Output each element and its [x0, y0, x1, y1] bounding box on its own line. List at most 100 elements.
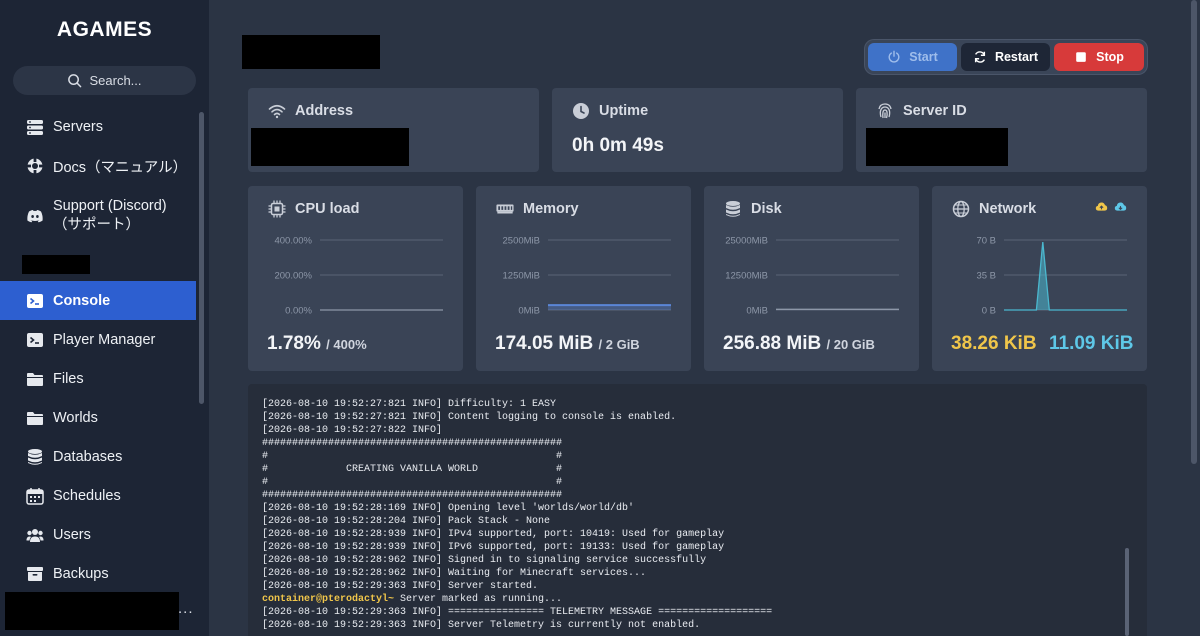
more-options-button[interactable]: ... — [178, 600, 194, 617]
sidebar-item-label-sub: （サポート） — [53, 217, 140, 233]
restart-icon — [974, 51, 986, 63]
server-id-card: Server ID — [856, 88, 1147, 172]
network-card: Network 70 B 35 B 0 B 38.26 KiB 11.09 KiB — [932, 186, 1147, 371]
console-line: [2026-08-10 19:52:29:363 INFO] Server st… — [262, 581, 539, 592]
uptime-card: Uptime 0h 0m 49s — [552, 88, 843, 172]
sidebar-item-users[interactable]: Users — [0, 524, 196, 546]
cpu-header: CPU load — [268, 200, 359, 218]
sidebar-item-player-manager[interactable]: Player Manager — [0, 329, 196, 351]
console-line: [2026-08-10 19:52:28:939 INFO] IPv6 supp… — [262, 542, 725, 553]
chart-tick-label: 25000MiB — [725, 236, 768, 247]
chart-tick-label: 70 B — [976, 236, 996, 247]
sidebar-item-servers[interactable]: Servers — [0, 116, 196, 138]
memory-limit: / 2 GiB — [598, 337, 640, 352]
network-download-value: 11.09 KiB — [1049, 333, 1134, 354]
globe-icon — [952, 200, 970, 218]
chart-tick-label: 400.00% — [274, 236, 312, 247]
console-line: [2026-08-10 19:52:28:962 INFO] Signed in… — [262, 555, 707, 566]
server-icon — [26, 118, 44, 136]
sidebar-item-label: Worlds — [53, 410, 98, 426]
console-line: [2026-08-10 19:52:28:962 INFO] Waiting f… — [262, 568, 647, 579]
cpu-value: 1.78% — [267, 333, 321, 354]
console-scrollbar[interactable] — [1125, 548, 1129, 636]
stop-button[interactable]: Stop — [1054, 43, 1144, 71]
network-legend — [1095, 200, 1127, 213]
brand-logo[interactable]: AGAMES — [0, 18, 209, 42]
fingerprint-icon — [878, 103, 892, 119]
console-prompt-text: Server marked as running... — [394, 594, 563, 605]
memory-value-row: 174.05 MiB / 2 GiB — [495, 333, 640, 355]
memory-card: Memory 2500MiB 1250MiB 0MiB 174.05 MiB / 2… — [476, 186, 691, 371]
sidebar-item-worlds[interactable]: Worlds — [0, 407, 196, 429]
database-icon — [726, 201, 740, 217]
sidebar-item-label: Support (Discord) — [53, 198, 167, 214]
console-prompt: container@pterodactyl~ — [262, 594, 395, 605]
memory-header: Memory — [496, 200, 579, 218]
uptime-value: 0h 0m 49s — [572, 135, 664, 156]
console-line: ########################################… — [262, 438, 563, 449]
console-line: [2026-08-10 19:52:27:822 INFO] — [262, 425, 443, 436]
console-line: # # — [262, 477, 563, 488]
search-button[interactable]: Search... — [13, 66, 196, 95]
chart-series-line — [1004, 241, 1127, 311]
cpu-icon — [268, 200, 286, 218]
sidebar-item-label: Users — [53, 527, 91, 543]
folder-icon — [26, 370, 44, 388]
sidebar-item-schedules[interactable]: Schedules — [0, 485, 196, 507]
start-button[interactable]: Start — [868, 43, 957, 71]
network-title: Network — [979, 201, 1037, 217]
memory-value: 174.05 MiB — [495, 333, 594, 354]
power-controls: Start Restart Stop — [865, 40, 1147, 74]
sidebar-item-support[interactable]: Support (Discord) （サポート） — [0, 196, 196, 236]
redacted-address — [251, 128, 409, 166]
cloud-upload-icon — [1095, 202, 1108, 211]
network-chart: 70 B 35 B 0 B — [976, 236, 1127, 317]
search-label: Search... — [89, 73, 142, 88]
terminal-icon — [26, 292, 44, 310]
stop-label: Stop — [1096, 50, 1124, 64]
sidebar: AGAMES Search... Servers Docs（マニュアル） Sup… — [0, 0, 209, 636]
sidebar-item-docs[interactable]: Docs（マニュアル） — [0, 155, 196, 177]
sidebar-item-label: Console — [53, 292, 111, 309]
uptime-title: Uptime — [599, 103, 649, 119]
folder-icon — [26, 409, 44, 427]
sidebar-item-files[interactable]: Files — [0, 368, 196, 390]
start-label: Start — [909, 50, 938, 64]
memory-title: Memory — [523, 201, 579, 217]
console-line: [2026-08-10 19:52:28:169 INFO] Opening l… — [262, 503, 635, 514]
redacted-page-title — [242, 35, 380, 69]
stop-icon — [1076, 52, 1086, 62]
cpu-title: CPU load — [295, 201, 360, 217]
chart-tick-label: 200.00% — [274, 271, 312, 282]
archive-icon — [26, 565, 44, 583]
clock-icon — [573, 103, 589, 119]
address-header: Address — [268, 102, 353, 120]
chart-tick-label: 0 B — [982, 306, 996, 317]
sidebar-item-console[interactable]: Console — [0, 281, 196, 320]
discord-icon — [26, 207, 44, 225]
sidebar-item-databases[interactable]: Databases — [0, 446, 196, 468]
sidebar-item-backups[interactable]: Backups — [0, 563, 196, 585]
chart-tick-label: 2500MiB — [503, 236, 541, 247]
console-line: [2026-08-10 19:52:29:363 INFO] =========… — [262, 607, 773, 618]
page-scrollbar[interactable] — [1191, 0, 1197, 464]
users-icon — [26, 526, 44, 544]
chart-tick-label: 1250MiB — [503, 271, 541, 282]
console-output[interactable]: [2026-08-10 19:52:27:821 INFO] Difficult… — [248, 384, 1147, 636]
redacted-user-account — [5, 592, 179, 630]
disk-title: Disk — [751, 201, 782, 217]
chart-tick-label: 0MiB — [518, 306, 540, 317]
memory-chart: 2500MiB 1250MiB 0MiB — [503, 236, 671, 317]
sidebar-item-label: Files — [53, 371, 84, 387]
redacted-server-name — [22, 255, 90, 274]
cpu-limit: / 400% — [326, 337, 367, 352]
console-line: # # — [262, 451, 563, 462]
address-card: Address — [248, 88, 539, 172]
console-line: [2026-08-10 19:52:27:821 INFO] Difficult… — [262, 399, 557, 410]
wifi-icon — [268, 104, 286, 119]
sidebar-scrollbar[interactable] — [199, 112, 204, 404]
sidebar-item-label: Databases — [53, 449, 123, 465]
memory-icon — [496, 204, 514, 214]
server-id-title: Server ID — [903, 103, 967, 119]
restart-button[interactable]: Restart — [961, 43, 1050, 71]
